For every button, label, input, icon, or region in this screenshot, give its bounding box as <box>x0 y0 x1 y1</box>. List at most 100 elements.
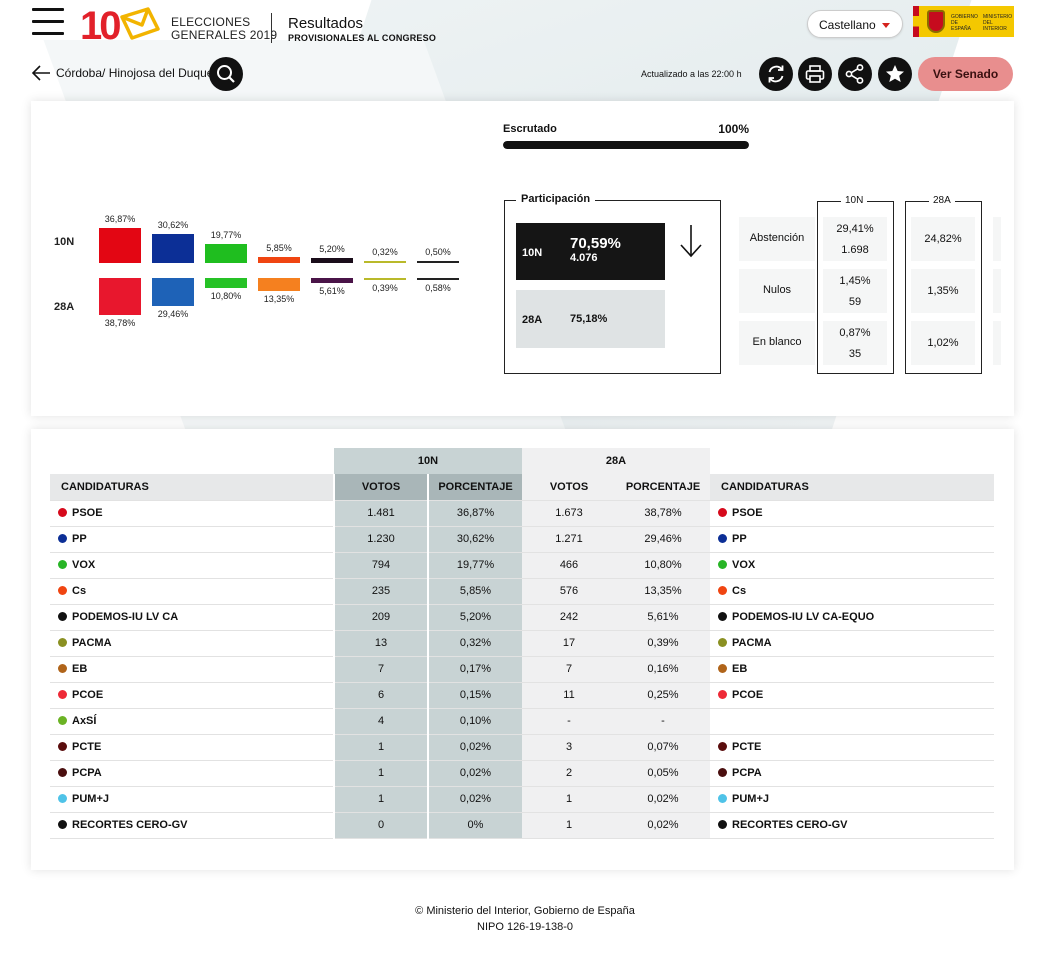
table-row: AxSÍ 4 0,10% - - <box>50 708 994 735</box>
bar-28a-1 <box>152 278 194 306</box>
pct-10n: 0,02% <box>427 760 522 787</box>
table-row: EB 7 0,17% 7 0,16% EB <box>50 656 994 683</box>
party-name-10n: RECORTES CERO-GV <box>50 812 334 839</box>
pct-28a: 0,39% <box>616 630 710 657</box>
votes-10n: 6 <box>333 682 428 709</box>
votes-10n: 209 <box>333 604 428 631</box>
votes-10n: 1 <box>333 734 428 761</box>
party-name-28a: PODEMOS-IU LV CA-EQUO <box>710 604 994 631</box>
votes-28a: - <box>522 708 616 735</box>
pct-28a: 0,05% <box>616 760 710 787</box>
party-name-10n: PP <box>50 526 334 553</box>
votes-28a: 3 <box>522 734 616 761</box>
party-name-28a: RECORTES CERO-GV <box>710 812 994 839</box>
bar-10n-3 <box>258 257 300 263</box>
share-icon <box>845 64 864 84</box>
pct-10n: 5,85% <box>427 578 522 605</box>
bar-label-10n-3: 5,85% <box>266 243 292 253</box>
refresh-button[interactable] <box>759 57 793 91</box>
print-button[interactable] <box>798 57 832 91</box>
header-divider <box>271 13 272 43</box>
cell-edge <box>993 269 1001 313</box>
cell-edge <box>993 217 1001 261</box>
votes-28a: 11 <box>522 682 616 709</box>
bar-28a-4 <box>311 278 353 283</box>
scrutiny-value: 100% <box>718 122 749 136</box>
table-row: PSOE 1.481 36,87% 1.673 38,78% PSOE <box>50 500 994 527</box>
votes-28a: 1.271 <box>522 526 616 553</box>
bar-label-10n-6: 0,50% <box>425 247 451 257</box>
share-button[interactable] <box>838 57 872 91</box>
party-color-dot <box>718 534 727 543</box>
party-color-dot <box>58 742 67 751</box>
bar-label-10n-5: 0,32% <box>372 247 398 257</box>
search-button[interactable] <box>209 57 243 91</box>
hamburger-icon[interactable] <box>32 8 64 36</box>
bar-label-10n-4: 5,20% <box>319 244 345 254</box>
pct-28a: 0,02% <box>616 812 710 839</box>
table-row: PCOE 6 0,15% 11 0,25% PCOE <box>50 682 994 709</box>
favorite-button[interactable] <box>878 57 912 91</box>
party-name-28a: VOX <box>710 552 994 579</box>
party-color-dot <box>58 794 67 803</box>
bar-10n-0 <box>99 228 141 263</box>
votes-10n: 794 <box>333 552 428 579</box>
party-color-dot <box>718 664 727 673</box>
breadcrumb-location[interactable]: Córdoba/ Hinojosa del Duque <box>56 66 213 80</box>
ver-senado-button[interactable]: Ver Senado <box>918 57 1013 91</box>
header-porcentaje-28a: PORCENTAJE <box>616 474 710 501</box>
party-color-dot <box>58 664 67 673</box>
party-name-28a: PUM+J <box>710 786 994 813</box>
bar-28a-3 <box>258 278 300 291</box>
table-row: RECORTES CERO-GV 0 0% 1 0,02% RECORTES CERO-G… <box>50 812 994 839</box>
party-name-28a <box>710 708 994 735</box>
group-header-28a: 28A <box>522 448 710 474</box>
bar-label-28a-5: 0,39% <box>372 283 398 293</box>
label-abstencion: Abstención <box>739 217 815 261</box>
pct-28a: 0,02% <box>616 786 710 813</box>
header-votos-10n: VOTOS <box>333 474 428 501</box>
bar-label-28a-2: 10,80% <box>210 291 242 301</box>
party-color-dot <box>58 716 67 725</box>
cell-edge <box>993 321 1001 365</box>
label-en-blanco: En blanco <box>739 321 815 365</box>
votes-10n: 1 <box>333 786 428 813</box>
arrow-left-icon[interactable] <box>31 64 51 82</box>
party-name-28a: PCOE <box>710 682 994 709</box>
bar-10n-5 <box>364 261 406 263</box>
pct-28a: 0,25% <box>616 682 710 709</box>
language-value: Castellano <box>819 18 876 32</box>
party-color-dot <box>58 586 67 595</box>
refresh-icon <box>768 65 784 83</box>
votes-10n: 7 <box>333 656 428 683</box>
party-name-10n: PACMA <box>50 630 334 657</box>
envelope-logo-icon <box>120 7 160 40</box>
party-color-dot <box>718 560 727 569</box>
row-label-28a: 28A <box>54 301 75 313</box>
votes-28a: 466 <box>522 552 616 579</box>
votes-28a: 7 <box>522 656 616 683</box>
party-color-dot <box>718 638 727 647</box>
party-name-10n: PCPA <box>50 760 334 787</box>
header-porcentaje-10n: PORCENTAJE <box>427 474 522 501</box>
votes-28a: 1 <box>522 812 616 839</box>
bar-28a-6 <box>417 278 459 280</box>
language-select[interactable]: Castellano <box>807 10 903 38</box>
table-row: PCTE 1 0,02% 3 0,07% PCTE <box>50 734 994 761</box>
pct-10n: 0% <box>427 812 522 839</box>
party-color-dot <box>718 768 727 777</box>
votes-10n: 0 <box>333 812 428 839</box>
bar-28a-5 <box>364 278 406 280</box>
participation-10n: 10N 70,59% 4.076 <box>516 223 665 280</box>
party-name-28a: PACMA <box>710 630 994 657</box>
party-color-dot <box>718 820 727 829</box>
votes-28a: 2 <box>522 760 616 787</box>
table-row: PODEMOS-IU LV CA 209 5,20% 242 5,61% PODEMOS-… <box>50 604 994 631</box>
party-color-dot <box>58 820 67 829</box>
page-subtitle: PROVISIONALES AL CONGRESO <box>288 33 437 43</box>
page-title: Resultados <box>288 15 364 32</box>
abstencion-28a: 24,82% <box>911 217 975 261</box>
en-blanco-28a: 1,02% <box>911 321 975 365</box>
pct-28a: - <box>616 708 710 735</box>
votes-28a: 17 <box>522 630 616 657</box>
